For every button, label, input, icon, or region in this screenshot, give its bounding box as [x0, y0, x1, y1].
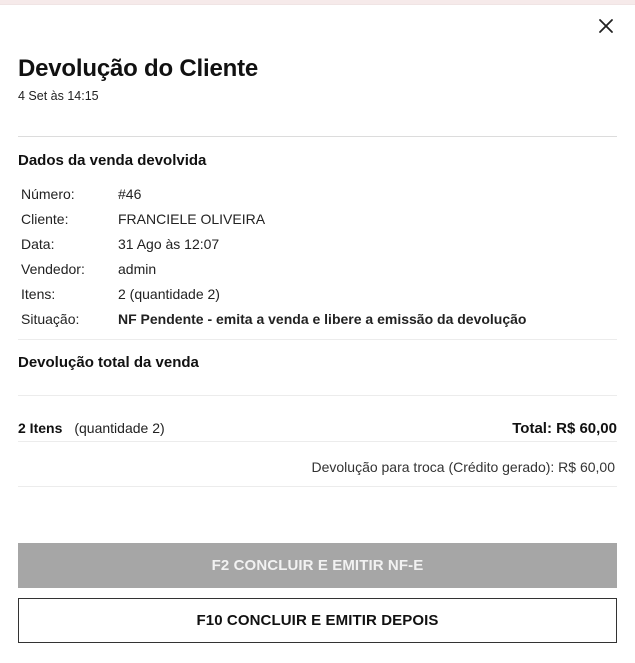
info-label: Cliente:: [21, 210, 69, 227]
total-amount: Total: R$ 60,00: [512, 419, 617, 437]
section-divider: [18, 339, 617, 340]
modal-subtitle: 4 Set às 14:15: [18, 89, 99, 103]
conclude-emit-later-button[interactable]: F10 CONCLUIR E EMITIR DEPOIS: [18, 598, 617, 643]
summary-row: 2 Itens (quantidade 2) Total: R$ 60,00: [18, 417, 617, 439]
credit-line: Devolução para troca (Crédito gerado): R…: [311, 459, 615, 475]
info-row-client: Cliente: FRANCIELE OLIVEIRA: [18, 206, 529, 231]
summary-divider: [18, 441, 617, 442]
items-count: 2 Itens: [18, 420, 63, 436]
info-value: 2 (quantidade 2): [118, 285, 220, 302]
summary-top-divider: [18, 395, 617, 396]
status-value: NF Pendente - emita a venda e libere a e…: [118, 310, 527, 327]
modal-title: Devolução do Cliente: [18, 55, 259, 82]
info-value: 31 Ago às 12:07: [118, 235, 220, 252]
credit-divider: [18, 486, 617, 487]
sale-section-title: Dados da venda devolvida: [18, 152, 207, 169]
return-modal: Devolução do Cliente 4 Set às 14:15 Dado…: [0, 4, 635, 663]
info-label: Itens:: [21, 285, 56, 302]
info-row-number: Número: #46: [18, 181, 529, 206]
info-row-status: Situação: NF Pendente - emita a venda e …: [18, 306, 529, 331]
items-quantity: (quantidade 2): [74, 420, 165, 436]
info-value: admin: [118, 260, 157, 277]
close-icon: [599, 19, 613, 33]
info-row-date: Data: 31 Ago às 12:07: [18, 231, 529, 256]
info-row-items: Itens: 2 (quantidade 2): [18, 281, 529, 306]
return-section-title: Devolução total da venda: [18, 354, 199, 371]
sale-info-table: Número: #46 Cliente: FRANCIELE OLIVEIRA …: [18, 181, 529, 331]
info-value: #46: [118, 185, 142, 202]
info-label: Situação:: [21, 310, 80, 327]
conclude-emit-nfe-button[interactable]: F2 CONCLUIR E EMITIR NF-E: [18, 543, 617, 588]
info-row-seller: Vendedor: admin: [18, 256, 529, 281]
info-label: Vendedor:: [21, 260, 85, 277]
close-button[interactable]: [597, 17, 615, 35]
info-label: Número:: [21, 185, 75, 202]
header-divider: [18, 136, 617, 137]
info-value: FRANCIELE OLIVEIRA: [118, 210, 266, 227]
info-label: Data:: [21, 235, 55, 252]
